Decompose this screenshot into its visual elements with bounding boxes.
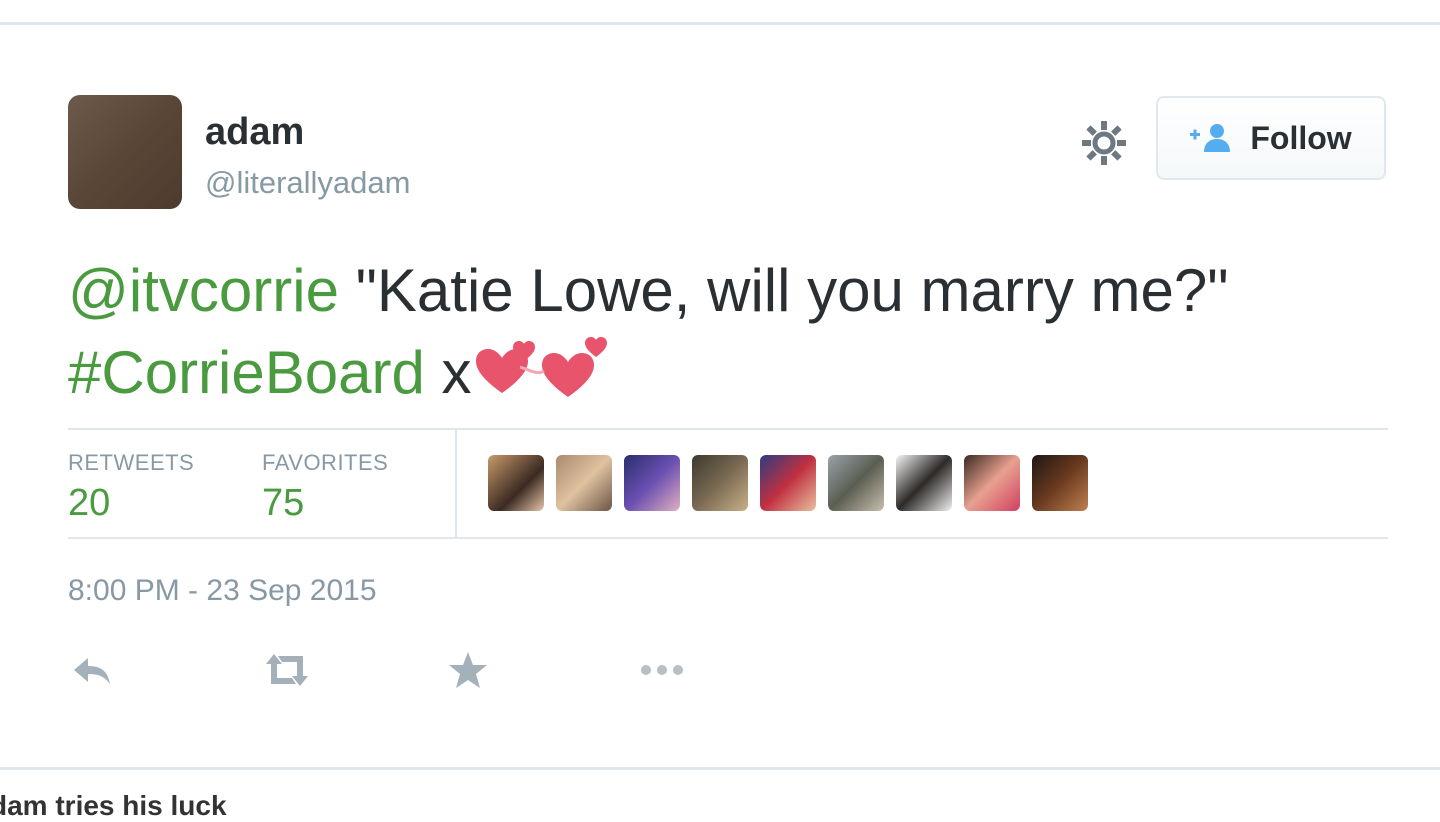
favoriter-avatar[interactable] (556, 455, 612, 511)
tweet-card: adam @literallyadam Follow @itvcorrie "K… (0, 25, 1440, 767)
favoriter-avatar[interactable] (828, 455, 884, 511)
favorites-count[interactable]: 75 (262, 482, 304, 525)
tweet-timestamp[interactable]: 8:00 PM - 23 Sep 2015 (68, 574, 377, 608)
add-person-icon (1190, 124, 1231, 152)
tweet-suffix: x (424, 339, 472, 406)
reply-icon[interactable] (70, 650, 114, 690)
tweet-body: "Katie Lowe, will you marry me?" (338, 257, 1229, 324)
top-divider (0, 0, 1440, 25)
favoriter-avatar[interactable] (896, 455, 952, 511)
follow-button[interactable]: Follow (1156, 96, 1386, 180)
tweet-text: @itvcorrie "Katie Lowe, will you marry m… (68, 251, 1268, 413)
user-handle[interactable]: @literallyadam (205, 165, 410, 201)
favoriter-avatar[interactable] (624, 455, 680, 511)
stats-bottom-divider (68, 537, 1388, 539)
bottom-divider (0, 767, 1440, 770)
favoriter-avatar[interactable] (964, 455, 1020, 511)
more-icon[interactable] (636, 650, 688, 690)
two-hearts-icon (475, 337, 607, 397)
stats-vertical-divider (455, 430, 457, 537)
retweets-label: RETWEETS (68, 450, 195, 475)
retweet-icon[interactable] (262, 650, 312, 690)
favoriter-avatar[interactable] (760, 455, 816, 511)
avatar[interactable] (68, 95, 182, 209)
gear-icon[interactable] (1080, 119, 1128, 167)
stats-top-divider (68, 428, 1388, 430)
favoriter-avatars (488, 455, 1088, 511)
favoriter-avatar[interactable] (692, 455, 748, 511)
favoriter-avatar[interactable] (488, 455, 544, 511)
article-caption: dam tries his luck (0, 790, 227, 821)
retweets-count[interactable]: 20 (68, 482, 110, 525)
star-icon[interactable] (446, 650, 490, 690)
hashtag-link[interactable]: #CorrieBoard (68, 339, 425, 406)
favoriter-avatar[interactable] (1032, 455, 1088, 511)
favorites-label: FAVORITES (262, 450, 389, 475)
display-name[interactable]: adam (205, 111, 304, 154)
mention-link[interactable]: @itvcorrie (68, 257, 339, 324)
follow-button-label: Follow (1250, 119, 1352, 156)
